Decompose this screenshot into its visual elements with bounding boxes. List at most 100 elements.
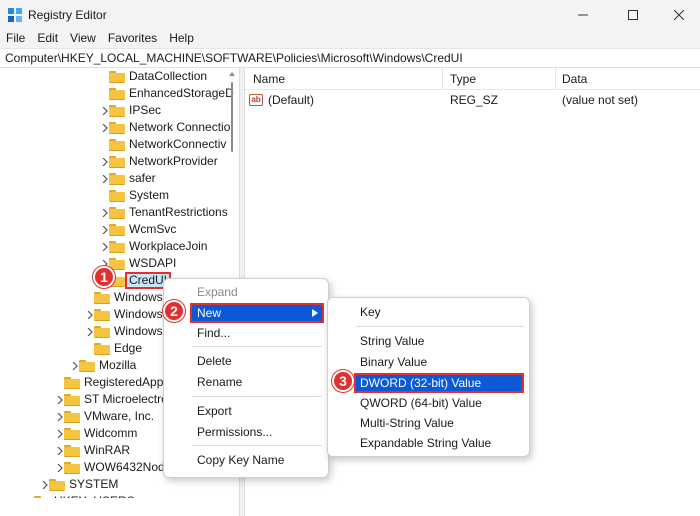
menu-bar: File Edit View Favorites Help [0,30,700,48]
maximize-button[interactable] [610,0,656,30]
menu-file[interactable]: File [0,30,31,48]
tree-item-label: ST Microelectro [84,392,168,406]
submenu-binary-value[interactable]: Binary Value [360,352,427,372]
column-header-name[interactable]: Name [253,72,285,86]
menu-separator [356,326,524,327]
tree-item-label: WcmSvc [129,222,177,236]
close-button[interactable] [656,0,700,30]
annotation-badge-3: 3 [332,370,354,392]
tree-item-label: Windows [114,307,163,321]
folder-icon [94,309,110,321]
tree-item-label: Windows [114,290,163,304]
folder-icon [109,122,125,134]
submenu-multi-string-value[interactable]: Multi-String Value [360,413,454,433]
tree-item[interactable]: Network Connectio [0,119,230,136]
tree-item[interactable]: WSDAPI [0,255,226,272]
menu-copy-key-name[interactable]: Copy Key Name [197,450,284,470]
menu-favorites[interactable]: Favorites [102,30,163,48]
column-separator[interactable] [555,68,556,90]
tree-item-label: RegisteredAppli [84,375,169,389]
minimize-icon [578,14,588,16]
string-value-icon: ab [249,94,263,106]
folder-icon [109,190,125,202]
tree-item[interactable]: TenantRestrictions [0,204,228,221]
folder-icon [109,156,125,168]
tree-item-label: WOW6432Node [84,460,172,474]
list-header: Name Type Data [245,68,700,90]
context-menu: Expand New Find... Delete Rename Export … [163,278,329,478]
minimize-button[interactable] [560,0,606,30]
folder-icon [109,71,125,83]
tree-item[interactable]: IPSec [0,102,226,119]
submenu-dword-value[interactable]: DWORD (32-bit) Value [354,373,524,393]
annotation-badge-2: 2 [163,300,185,322]
folder-icon [109,88,125,100]
tree-item[interactable]: DataCollection [0,68,226,85]
folder-icon [94,326,110,338]
tree-item-label: Mozilla [99,358,137,372]
tree-item[interactable]: EnhancedStorageD [0,85,234,102]
folder-icon [64,462,80,474]
column-header-data[interactable]: Data [562,72,587,86]
tree-item-label: System [129,188,170,202]
menu-permissions[interactable]: Permissions... [197,422,272,442]
menu-rename[interactable]: Rename [197,372,242,392]
submenu-qword-value[interactable]: QWORD (64-bit) Value [360,393,482,413]
close-icon [674,10,684,20]
tree-item[interactable]: NetworkConnectiv [0,136,226,153]
tree-item-label: Windows [114,324,163,338]
menu-delete[interactable]: Delete [197,351,232,371]
folder-icon [109,139,125,151]
tree-item[interactable]: System [0,187,226,204]
title-bar: Registry Editor [0,0,700,30]
tree-item[interactable]: safer [0,170,226,187]
tree-item-label: IPSec [129,103,162,117]
folder-icon [79,360,95,372]
tree-item[interactable]: SYSTEM [0,476,226,493]
new-submenu: Key String Value Binary Value DWORD (32-… [327,297,530,457]
menu-help[interactable]: Help [163,30,200,48]
menu-new-label: New [197,306,222,320]
tree-item-label: TenantRestrictions [129,205,228,219]
value-type: REG_SZ [450,93,499,107]
menu-view[interactable]: View [64,30,102,48]
tree-item[interactable]: WorkplaceJoin [0,238,226,255]
value-name: (Default) [268,93,315,107]
folder-icon [64,411,80,423]
menu-new[interactable]: New [190,303,324,323]
folder-icon [109,224,125,236]
address-bar[interactable]: Computer\HKEY_LOCAL_MACHINE\SOFTWARE\Pol… [0,48,700,68]
column-header-type[interactable]: Type [450,72,476,86]
submenu-string-value[interactable]: String Value [360,331,424,351]
maximize-icon [628,10,638,20]
folder-icon [64,428,80,440]
folder-icon [94,292,110,304]
folder-icon [94,343,110,355]
menu-edit[interactable]: Edit [31,30,64,48]
folder-icon [49,479,65,491]
tree-item-label: NetworkProvider [129,154,218,168]
menu-export[interactable]: Export [197,401,232,421]
menu-separator [192,445,322,446]
submenu-key[interactable]: Key [360,302,381,322]
menu-expand[interactable]: Expand [197,282,238,302]
folder-icon [64,445,80,457]
chevron-right-icon [312,309,318,317]
menu-separator [192,346,322,347]
tree-horizontal-scrollbar[interactable] [0,498,239,516]
column-separator[interactable] [442,68,443,90]
tree-item-label: safer [129,171,156,185]
folder-icon [109,173,125,185]
menu-find[interactable]: Find... [197,323,230,343]
submenu-expandable-string-value[interactable]: Expandable String Value [360,433,491,453]
tree-item-label: VMware, Inc. [84,409,155,423]
tree-item-label: Network Connectio [129,120,231,134]
list-row[interactable]: ab (Default) REG_SZ (value not set) [245,92,700,109]
tree-item-label: SYSTEM [69,477,119,491]
tree-item[interactable]: WcmSvc [0,221,226,238]
tree-item-label: Edge [114,341,143,355]
folder-icon [109,105,125,117]
tree-item-label: Widcomm [84,426,138,440]
folder-icon [109,241,125,253]
tree-item[interactable]: NetworkProvider [0,153,226,170]
